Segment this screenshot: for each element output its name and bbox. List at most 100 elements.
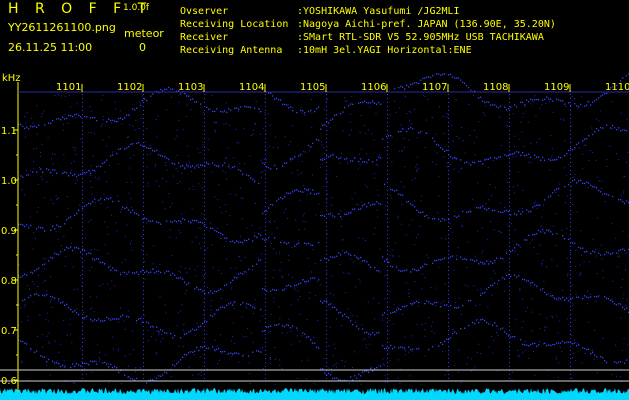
grid-dot bbox=[387, 258, 388, 259]
grid-dot bbox=[326, 322, 327, 323]
noise-dot bbox=[112, 348, 114, 350]
signal-dot bbox=[234, 301, 236, 303]
signal-dot bbox=[412, 204, 414, 206]
signal-dot bbox=[42, 356, 44, 358]
noise-dot bbox=[171, 254, 173, 256]
grid-dot bbox=[82, 346, 83, 347]
grid-dot bbox=[204, 154, 205, 155]
noise-dot bbox=[364, 338, 366, 340]
time-label: 1104 bbox=[239, 82, 264, 93]
noise-dot bbox=[377, 194, 379, 196]
signal-dot bbox=[358, 208, 360, 210]
noise-dot bbox=[521, 131, 523, 133]
noise-dot bbox=[238, 142, 240, 144]
signal-dot bbox=[582, 247, 584, 249]
noise-dot bbox=[397, 359, 399, 361]
noise-dot bbox=[114, 101, 116, 103]
grid-dot bbox=[204, 134, 205, 135]
signal-dot bbox=[286, 104, 288, 106]
noise-dot bbox=[552, 316, 554, 318]
grid-dot bbox=[509, 302, 510, 303]
signal-dot bbox=[438, 73, 440, 75]
signal-dot bbox=[594, 131, 596, 133]
signal-dot bbox=[262, 288, 264, 290]
grid-dot bbox=[509, 134, 510, 135]
grid-dot bbox=[509, 374, 510, 375]
signal-dot bbox=[522, 343, 524, 345]
noise-dot bbox=[421, 288, 423, 290]
grid-dot bbox=[387, 154, 388, 155]
signal-dot bbox=[216, 108, 218, 110]
grid-dot bbox=[387, 354, 388, 355]
noise-dot bbox=[231, 355, 233, 357]
grid-dot bbox=[204, 338, 205, 339]
noise-dot bbox=[304, 220, 306, 222]
signal-dot bbox=[558, 187, 560, 190]
grid-dot bbox=[204, 150, 205, 151]
noise-dot bbox=[452, 329, 454, 331]
noise-dot bbox=[566, 174, 568, 176]
signal-dot bbox=[504, 331, 506, 333]
grid-dot bbox=[265, 130, 266, 131]
grid-dot bbox=[82, 154, 83, 155]
signal-dot bbox=[224, 350, 226, 353]
signal-dot bbox=[174, 365, 176, 367]
noise-dot bbox=[536, 207, 538, 209]
signal-dot bbox=[488, 323, 490, 325]
signal-dot bbox=[126, 207, 128, 209]
noise-dot bbox=[314, 295, 316, 297]
grid-dot bbox=[448, 190, 449, 191]
noise-dot bbox=[503, 290, 505, 292]
noise-dot bbox=[251, 224, 253, 226]
noise-dot bbox=[89, 296, 91, 298]
signal-dot bbox=[310, 339, 312, 341]
noise-dot bbox=[318, 203, 320, 205]
noise-dot bbox=[446, 112, 448, 114]
signal-dot bbox=[586, 296, 588, 298]
signal-dot bbox=[550, 98, 552, 100]
signal-dot bbox=[394, 88, 396, 90]
signal-dot bbox=[444, 304, 446, 306]
noise-dot bbox=[364, 124, 366, 126]
noise-dot bbox=[576, 211, 578, 213]
signal-dot bbox=[530, 210, 532, 213]
grid-dot bbox=[387, 286, 388, 287]
grid-dot bbox=[143, 190, 144, 191]
noise-dot bbox=[287, 254, 289, 256]
signal-dot bbox=[316, 193, 318, 195]
signal-dot bbox=[422, 265, 424, 268]
signal-dot bbox=[348, 105, 350, 107]
noise-dot bbox=[600, 187, 602, 189]
grid-dot bbox=[82, 186, 83, 187]
signal-dot bbox=[116, 367, 118, 369]
signal-dot bbox=[192, 351, 194, 354]
grid-dot bbox=[265, 170, 266, 171]
grid-dot bbox=[570, 230, 571, 231]
noise-dot bbox=[177, 312, 179, 314]
signal-dot bbox=[58, 118, 60, 120]
grid-dot bbox=[82, 282, 83, 283]
noise-dot bbox=[257, 257, 259, 259]
grid-dot bbox=[326, 274, 327, 275]
signal-dot bbox=[208, 292, 210, 294]
grid-dot bbox=[82, 162, 83, 163]
grid-dot bbox=[143, 98, 144, 99]
signal-dot bbox=[90, 318, 92, 321]
noise-dot bbox=[340, 225, 342, 227]
grid-dot bbox=[143, 222, 144, 223]
noise-dot bbox=[400, 131, 402, 133]
signal-dot bbox=[186, 95, 188, 97]
signal-dot bbox=[588, 296, 590, 299]
noise-dot bbox=[55, 195, 57, 197]
noise-dot bbox=[454, 158, 456, 160]
signal-dot bbox=[112, 267, 114, 269]
signal-dot bbox=[214, 290, 216, 293]
signal-dot bbox=[536, 204, 538, 207]
noise-dot bbox=[409, 375, 411, 377]
signal-dot bbox=[496, 157, 498, 160]
grid-dot bbox=[265, 142, 266, 143]
noise-dot bbox=[335, 366, 337, 368]
signal-dot bbox=[284, 241, 286, 244]
noise-dot bbox=[130, 243, 132, 245]
signal-dot bbox=[480, 207, 482, 209]
